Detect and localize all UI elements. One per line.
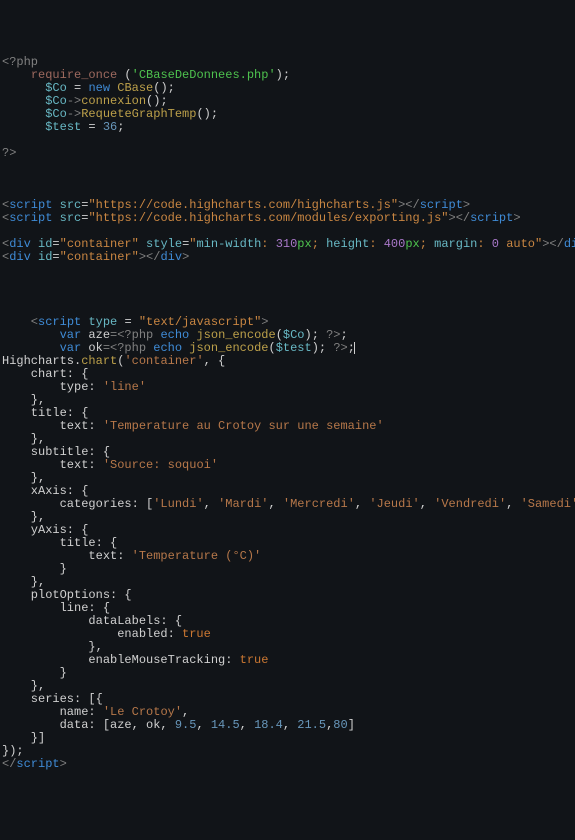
code-line: var ok=<?php echo json_encode($test); ?>… [2,341,355,355]
code-line: }, [2,679,45,693]
code-editor: <?php require_once ('CBaseDeDonnees.php'… [0,52,575,775]
text-cursor [354,342,355,354]
code-line: }, [2,575,45,589]
code-line: <div id="container" style="min-width: 31… [2,237,575,251]
code-line: } [2,666,67,680]
code-line: categories: ['Lundi', 'Mardi', 'Mercredi… [2,497,575,511]
code-line: name: 'Le Crotoy', [2,705,189,719]
code-line: title: { [2,536,117,550]
code-line: var aze=<?php echo json_encode($Co); ?>; [2,328,348,342]
code-line: series: [{ [2,692,103,706]
code-line: }] [2,731,45,745]
code-line: line: { [2,601,110,615]
code-line: plotOptions: { [2,588,132,602]
code-line: <script src="https://code.highcharts.com… [2,211,521,225]
code-line: $Co = new CBase(); [2,81,175,95]
code-line: text: 'Source: soquoi' [2,458,218,472]
code-line: </script> [2,757,67,771]
code-line: $Co->connexion(); [2,94,168,108]
code-line: }); [2,744,24,758]
code-line: text: 'Temperature (°C)' [2,549,261,563]
code-line: }, [2,432,45,446]
code-line: subtitle: { [2,445,110,459]
code-line: data: [aze, ok, 9.5, 14.5, 18.4, 21.5,80… [2,718,355,732]
code-line: ?> [2,146,16,160]
code-line: } [2,562,67,576]
code-line: title: { [2,406,88,420]
code-line: }, [2,640,103,654]
code-line: type: 'line' [2,380,146,394]
code-line: dataLabels: { [2,614,182,628]
code-line: xAxis: { [2,484,88,498]
code-line: Highcharts.chart('container', { [2,354,225,368]
code-line: <div id="container"></div> [2,250,189,264]
code-line: yAxis: { [2,523,88,537]
code-line: chart: { [2,367,88,381]
code-line: text: 'Temperature au Crotoy sur une sem… [2,419,384,433]
code-line: <script type = "text/javascript"> [2,315,268,329]
code-line: <script src="https://code.highcharts.com… [2,198,470,212]
code-line: enableMouseTracking: true [2,653,268,667]
code-line: }, [2,393,45,407]
code-line: enabled: true [2,627,211,641]
code-line: <?php [2,55,38,69]
code-line: require_once ('CBaseDeDonnees.php'); [2,68,290,82]
code-line: }, [2,471,45,485]
code-line: $Co->RequeteGraphTemp(); [2,107,218,121]
code-line: }, [2,510,45,524]
code-line: $test = 36; [2,120,124,134]
